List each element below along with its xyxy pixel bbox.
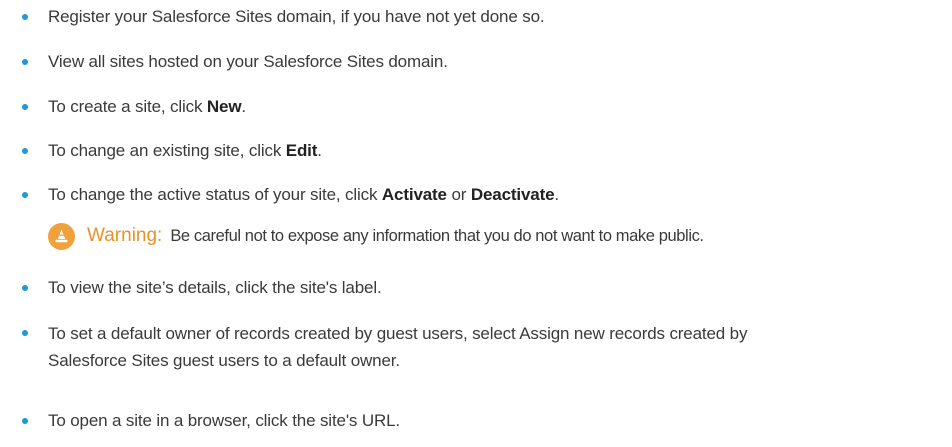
bullet-dot: [22, 14, 28, 20]
bullet-dot: [22, 330, 28, 336]
list-item-text-line2: Salesforce Sites guest users to a defaul…: [48, 351, 400, 370]
punctuation: .: [317, 141, 322, 160]
list-item: View all sites hosted on your Salesforce…: [0, 49, 448, 75]
bullet-dot: [22, 285, 28, 291]
bullet-dot: [22, 148, 28, 154]
list-item: To change an existing site, click Edit.: [0, 138, 322, 164]
deactivate-keyword: Deactivate: [470, 185, 555, 204]
punctuation: .: [554, 185, 559, 204]
warning-label: Warning:: [87, 225, 163, 246]
new-keyword: New: [206, 97, 242, 116]
warning-cone-icon: [48, 222, 75, 250]
list-item-text: To open a site in a browser, click the s…: [48, 411, 400, 430]
list-item-text: To change an existing site, click: [48, 141, 286, 160]
list-item: Register your Salesforce Sites domain, i…: [0, 4, 545, 30]
bullet-dot: [22, 418, 28, 424]
list-item: To change the active status of your site…: [0, 182, 559, 208]
list-item: To create a site, click New.: [0, 94, 246, 120]
list-item-text: To create a site, click: [48, 97, 207, 116]
bullet-dot: [22, 59, 28, 65]
list-item: To view the site’s details, click the si…: [0, 275, 382, 301]
punctuation: .: [241, 97, 246, 116]
list-item: To open a site in a browser, click the s…: [0, 408, 400, 434]
list-item-text: View all sites hosted on your Salesforce…: [48, 52, 448, 71]
warning-text: Be careful not to expose any information…: [170, 226, 704, 245]
warning-cone-glyph: [55, 229, 68, 242]
connector-text: or: [446, 185, 471, 204]
list-item-text: To change the active status of your site…: [48, 185, 382, 204]
edit-keyword: Edit: [285, 141, 318, 160]
bullet-dot: [22, 192, 28, 198]
activate-keyword: Activate: [381, 185, 447, 204]
warning-callout: Warning: Be careful not to expose any in…: [48, 222, 704, 250]
list-item-text: To view the site’s details, click the si…: [48, 278, 382, 297]
list-item-text: Register your Salesforce Sites domain, i…: [48, 7, 545, 26]
list-item-text-line1: To set a default owner of records create…: [48, 324, 748, 343]
list-item: To set a default owner of records create…: [0, 320, 747, 374]
bullet-dot: [22, 104, 28, 110]
